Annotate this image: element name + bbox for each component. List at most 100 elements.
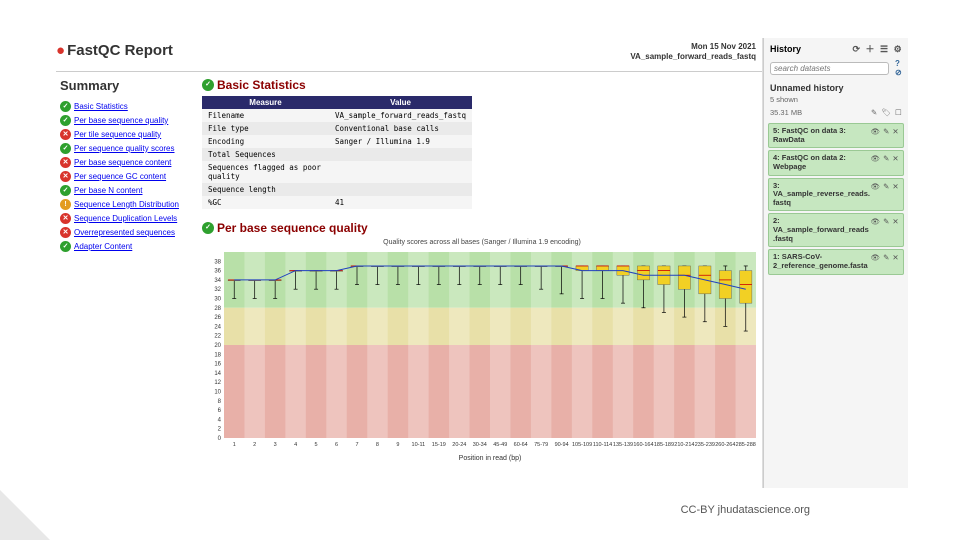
nav-item-per-base-n-content[interactable]: ✓Per base N content bbox=[60, 185, 192, 196]
nav-link[interactable]: Per base N content bbox=[74, 186, 142, 195]
report-content: ✓ Basic Statistics Measure Value Filenam… bbox=[196, 72, 762, 488]
fail-icon: ✕ bbox=[60, 157, 71, 168]
svg-text:22: 22 bbox=[214, 333, 221, 339]
search-clear-icon[interactable]: ⊘ bbox=[895, 68, 902, 77]
view-icon[interactable]: 👁 bbox=[871, 253, 881, 262]
nav-item-per-sequence-gc-content[interactable]: ✕Per sequence GC content bbox=[60, 171, 192, 182]
fastqc-report-area: ●FastQC Report Mon 15 Nov 2021 VA_sample… bbox=[56, 38, 763, 488]
dataset-item[interactable]: 1: SARS-CoV-2_reference_genome.fasta👁✎✕ bbox=[768, 249, 904, 274]
delete-icon[interactable]: ✕ bbox=[892, 182, 898, 191]
svg-text:160-164: 160-164 bbox=[633, 442, 653, 448]
edit-icon[interactable]: ✎ bbox=[883, 182, 889, 191]
new-history-icon[interactable]: ＋ bbox=[866, 44, 875, 54]
chart-caption: Quality scores across all bases (Sanger … bbox=[202, 239, 762, 246]
nav-link[interactable]: Per base sequence content bbox=[74, 158, 171, 167]
dataset-item[interactable]: 4: FastQC on data 2: Webpage👁✎✕ bbox=[768, 150, 904, 175]
page-fold-decoration bbox=[0, 490, 50, 540]
delete-icon[interactable]: ✕ bbox=[892, 253, 898, 262]
svg-text:36: 36 bbox=[214, 268, 221, 274]
pass-icon: ✓ bbox=[202, 79, 214, 91]
cell-measure: Sequence length bbox=[202, 183, 329, 196]
svg-text:Position in read (bp): Position in read (bp) bbox=[459, 455, 522, 462]
view-icon[interactable]: 👁 bbox=[871, 217, 881, 226]
delete-icon[interactable]: ✕ bbox=[892, 217, 898, 226]
svg-text:285-288: 285-288 bbox=[736, 442, 756, 448]
svg-text:9: 9 bbox=[396, 442, 399, 448]
svg-text:14: 14 bbox=[214, 371, 221, 377]
search-help-icon[interactable]: ? bbox=[895, 59, 900, 68]
svg-text:5: 5 bbox=[315, 442, 318, 448]
svg-text:235-239: 235-239 bbox=[695, 442, 715, 448]
svg-text:26: 26 bbox=[214, 315, 221, 321]
table-row: Sequence length bbox=[202, 183, 472, 196]
nav-item-basic-statistics[interactable]: ✓Basic Statistics bbox=[60, 101, 192, 112]
svg-text:1: 1 bbox=[233, 442, 236, 448]
svg-text:10-11: 10-11 bbox=[412, 442, 426, 448]
delete-icon[interactable]: ✕ bbox=[892, 154, 898, 163]
pass-icon: ✓ bbox=[60, 115, 71, 126]
nav-item-per-base-sequence-content[interactable]: ✕Per base sequence content bbox=[60, 157, 192, 168]
attribution-text: CC-BY jhudatascience.org bbox=[681, 504, 810, 516]
pass-icon: ✓ bbox=[60, 241, 71, 252]
history-name[interactable]: Unnamed history bbox=[766, 79, 906, 95]
annotate-icon[interactable]: ✎ bbox=[871, 108, 877, 117]
svg-text:10: 10 bbox=[214, 389, 221, 395]
nav-link[interactable]: Per sequence quality scores bbox=[74, 144, 175, 153]
warn-icon: ! bbox=[60, 199, 71, 210]
edit-icon[interactable]: ✎ bbox=[883, 217, 889, 226]
nav-item-sequence-length-distribution[interactable]: !Sequence Length Distribution bbox=[60, 199, 192, 210]
history-size: 35.31 MB bbox=[770, 108, 802, 117]
nav-item-per-base-sequence-quality[interactable]: ✓Per base sequence quality bbox=[60, 115, 192, 126]
history-options-icon[interactable]: ☰ bbox=[880, 44, 888, 54]
nav-item-sequence-duplication-levels[interactable]: ✕Sequence Duplication Levels bbox=[60, 213, 192, 224]
svg-text:30-34: 30-34 bbox=[473, 442, 487, 448]
view-icon[interactable]: 👁 bbox=[871, 182, 881, 191]
svg-text:30: 30 bbox=[214, 296, 221, 302]
nav-link[interactable]: Overrepresented sequences bbox=[74, 228, 175, 237]
svg-text:12: 12 bbox=[214, 380, 221, 386]
screenshot-frame: ●FastQC Report Mon 15 Nov 2021 VA_sample… bbox=[56, 38, 896, 488]
refresh-icon[interactable]: ⟳ bbox=[852, 44, 860, 54]
view-icon[interactable]: 👁 bbox=[871, 154, 881, 163]
table-row: %GC41 bbox=[202, 196, 472, 209]
nav-link[interactable]: Basic Statistics bbox=[74, 102, 128, 111]
cell-value: VA_sample_forward_reads_fastq bbox=[329, 109, 472, 122]
th-value: Value bbox=[329, 96, 472, 109]
cell-measure: Sequences flagged as poor quality bbox=[202, 161, 329, 183]
nav-link[interactable]: Per tile sequence quality bbox=[74, 130, 161, 139]
edit-icon[interactable]: ✎ bbox=[883, 154, 889, 163]
svg-text:0: 0 bbox=[218, 436, 222, 442]
svg-text:8: 8 bbox=[376, 442, 379, 448]
fail-icon: ✕ bbox=[60, 213, 71, 224]
svg-text:105-109: 105-109 bbox=[572, 442, 592, 448]
view-icon[interactable]: 👁 bbox=[871, 127, 881, 136]
fail-icon: ✕ bbox=[60, 129, 71, 140]
svg-text:34: 34 bbox=[214, 278, 221, 284]
svg-text:2: 2 bbox=[253, 442, 256, 448]
nav-item-per-tile-sequence-quality[interactable]: ✕Per tile sequence quality bbox=[60, 129, 192, 140]
multi-select-icon[interactable]: ☐ bbox=[895, 108, 902, 117]
basic-statistics-table: Measure Value FilenameVA_sample_forward_… bbox=[202, 96, 472, 209]
nav-link[interactable]: Per sequence GC content bbox=[74, 172, 166, 181]
gear-icon[interactable]: ⚙ bbox=[894, 44, 902, 54]
tags-icon[interactable]: 🏷 bbox=[881, 108, 891, 117]
dataset-item[interactable]: 2: VA_sample_forward_reads.fastq👁✎✕ bbox=[768, 213, 904, 247]
dataset-item[interactable]: 5: FastQC on data 3: RawData👁✎✕ bbox=[768, 123, 904, 148]
nav-link[interactable]: Sequence Duplication Levels bbox=[74, 214, 177, 223]
edit-icon[interactable]: ✎ bbox=[883, 127, 889, 136]
nav-link[interactable]: Sequence Length Distribution bbox=[74, 200, 179, 209]
nav-link[interactable]: Adapter Content bbox=[74, 242, 132, 251]
dataset-item[interactable]: 3: VA_sample_reverse_reads.fastq👁✎✕ bbox=[768, 178, 904, 212]
svg-text:135-139: 135-139 bbox=[613, 442, 633, 448]
svg-text:185-189: 185-189 bbox=[654, 442, 674, 448]
nav-item-per-sequence-quality-scores[interactable]: ✓Per sequence quality scores bbox=[60, 143, 192, 154]
delete-icon[interactable]: ✕ bbox=[892, 127, 898, 136]
search-datasets-input[interactable] bbox=[770, 62, 889, 75]
th-measure: Measure bbox=[202, 96, 329, 109]
cell-value: 41 bbox=[329, 196, 472, 209]
nav-item-overrepresented-sequences[interactable]: ✕Overrepresented sequences bbox=[60, 227, 192, 238]
edit-icon[interactable]: ✎ bbox=[883, 253, 889, 262]
nav-link[interactable]: Per base sequence quality bbox=[74, 116, 168, 125]
nav-item-adapter-content[interactable]: ✓Adapter Content bbox=[60, 241, 192, 252]
table-row: Sequences flagged as poor quality bbox=[202, 161, 472, 183]
